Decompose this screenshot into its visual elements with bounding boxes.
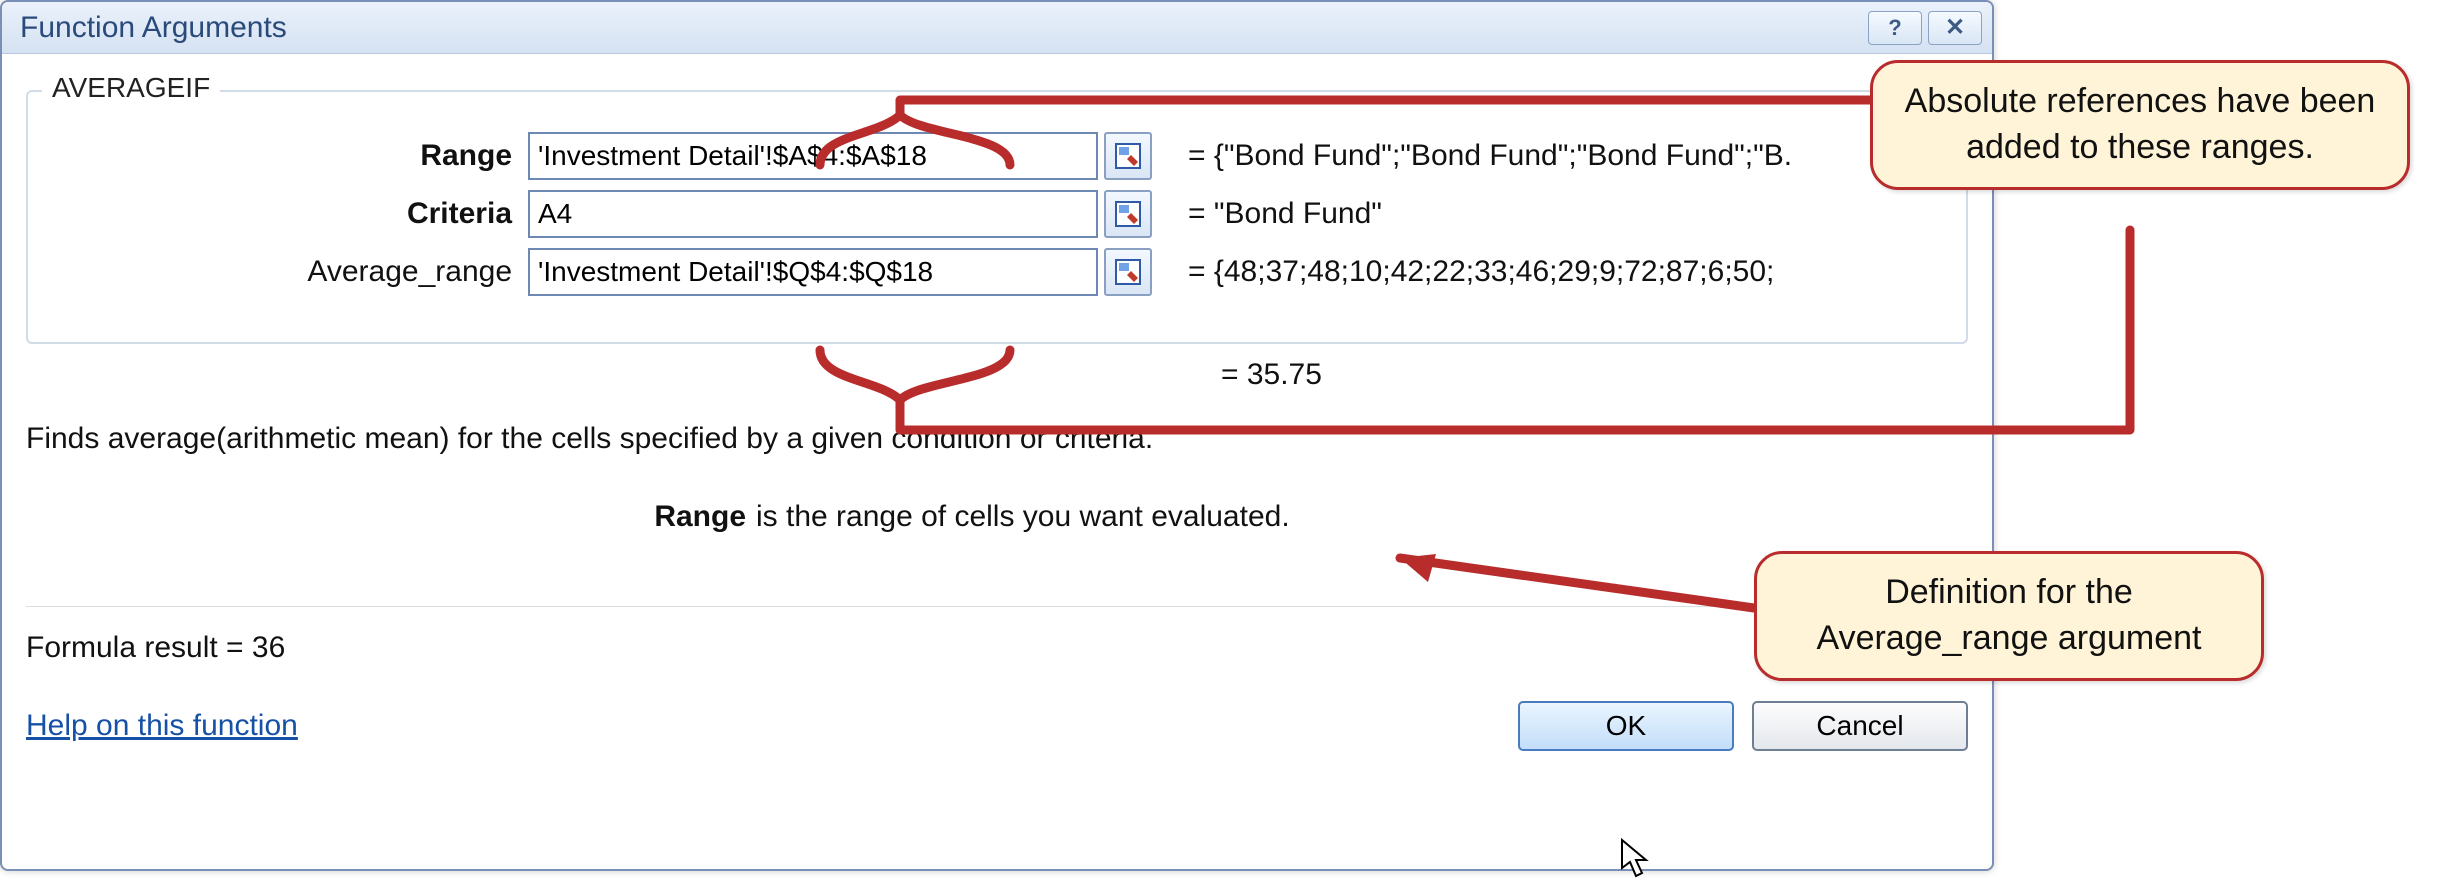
mouse-cursor-icon <box>1620 838 1652 878</box>
callout-averagerange-definition: Definition for the Average_range argumen… <box>1754 551 2264 681</box>
callout-absolute-references: Absolute references have been added to t… <box>1870 60 2410 190</box>
